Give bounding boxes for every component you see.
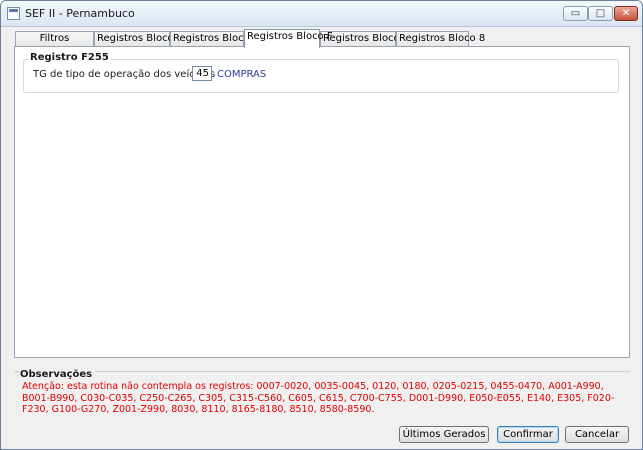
observacoes-section: Observações Atenção: esta rotina não con… — [14, 369, 630, 418]
minimize-button[interactable]: ▭ — [563, 6, 588, 21]
tab-panel-bloco-f: Registro F255 TG de tipo de operação dos… — [14, 46, 630, 358]
close-icon: ✕ — [621, 8, 631, 19]
app-icon[interactable] — [7, 7, 20, 20]
title-bar[interactable]: SEF II - Pernambuco ▭ □ ✕ — [1, 1, 642, 27]
maximize-button[interactable]: □ — [588, 6, 613, 21]
tab-registros-bloco-8[interactable]: Registros Bloco 8 — [396, 31, 485, 47]
window: SEF II - Pernambuco ▭ □ ✕ Filtros Regist… — [0, 0, 643, 450]
tipo-operacao-description: COMPRAS — [217, 69, 267, 80]
dialog-body: Filtros Registros Bloco 0 Registros Bloc… — [5, 28, 638, 446]
tipo-operacao-label: TG de tipo de operação dos veículos — [33, 69, 216, 80]
minimize-icon: ▭ — [570, 8, 581, 19]
tipo-operacao-code-input[interactable]: 45 — [192, 66, 212, 81]
tab-registros-bloco-e[interactable]: Registros Bloco E — [170, 31, 259, 47]
observacoes-title: Observações — [20, 369, 96, 380]
close-button[interactable]: ✕ — [614, 6, 638, 21]
window-title: SEF II - Pernambuco — [25, 7, 135, 20]
tab-registros-bloco-f[interactable]: Registros Bloco F — [244, 29, 333, 48]
maximize-icon: □ — [595, 8, 606, 19]
ultimos-gerados-button[interactable]: Últimos Gerados — [399, 426, 489, 443]
group-title: Registro F255 — [28, 52, 111, 63]
registro-f255-group: Registro F255 TG de tipo de operação dos… — [23, 52, 619, 93]
observacoes-warning-text: Atenção: esta rotina não contempla os re… — [22, 381, 615, 415]
confirmar-button[interactable]: Confirmar — [497, 426, 559, 443]
tab-filtros[interactable]: Filtros — [15, 31, 94, 47]
cancelar-button[interactable]: Cancelar — [565, 426, 629, 443]
tab-registros-bloco-0[interactable]: Registros Bloco 0 — [94, 31, 183, 47]
